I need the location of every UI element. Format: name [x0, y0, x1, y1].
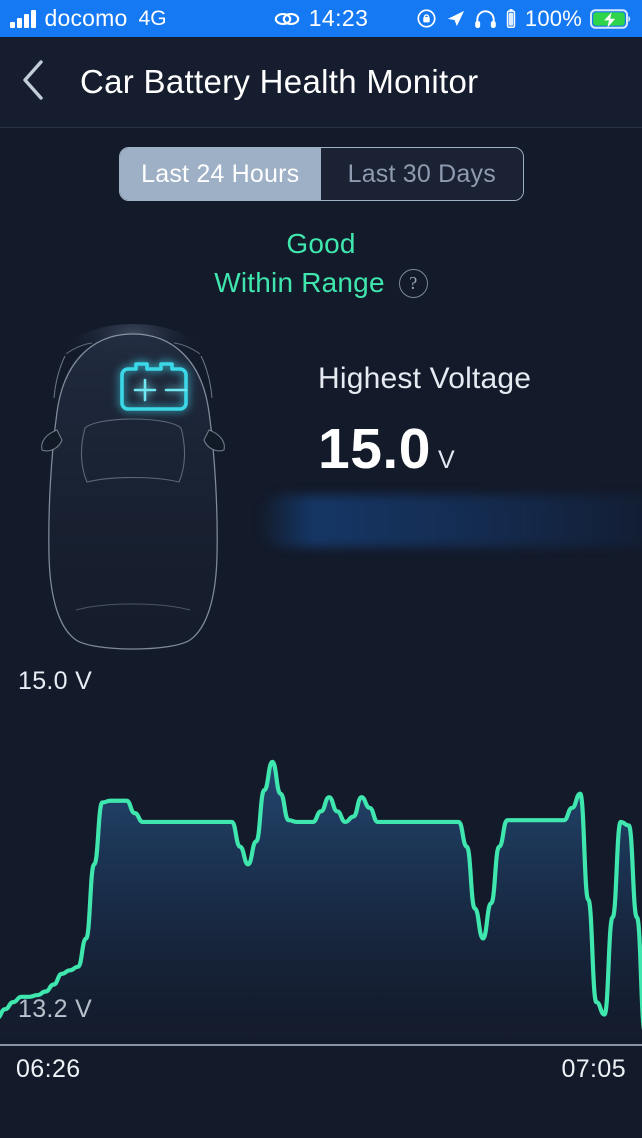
- app-root: docomo 4G 14:23 100% Car Battery Health …: [0, 0, 642, 1138]
- status-bar-left: docomo 4G: [10, 5, 167, 32]
- chart-time-axis: 06:26 07:05: [0, 1055, 642, 1084]
- health-status-block: Good Within Range ?: [0, 228, 642, 299]
- chart-time-end-label: 07:05: [561, 1055, 626, 1083]
- back-button[interactable]: [0, 37, 66, 128]
- chart-plot-area: [0, 759, 642, 1045]
- highest-voltage-value-row: 15.0 V: [300, 416, 630, 482]
- chart-time-start-label: 06:26: [16, 1055, 81, 1083]
- clock-label: 14:23: [308, 5, 369, 31]
- status-headline: Good: [286, 228, 356, 259]
- highest-voltage-label: Highest Voltage: [318, 362, 532, 395]
- link-icon: [274, 9, 300, 29]
- page-title: Car Battery Health Monitor: [80, 63, 479, 100]
- status-subline-row: Within Range ?: [0, 267, 642, 299]
- location-arrow-icon: [445, 8, 466, 29]
- status-bar-right: 100%: [416, 6, 632, 32]
- chevron-left-icon: [18, 57, 48, 108]
- segmented-control: Last 24 Hours Last 30 Days: [118, 147, 524, 201]
- chart-area-fill: [0, 761, 642, 1045]
- network-type-label: 4G: [138, 6, 167, 30]
- carrier-label: docomo: [44, 5, 128, 31]
- chart-x-axis-line: [0, 1044, 642, 1046]
- highest-voltage-block: Highest Voltage 15.0 V: [300, 362, 630, 482]
- car-top-view-icon: [26, 320, 241, 660]
- time-range-selector: Last 24 Hours Last 30 Days: [0, 147, 642, 201]
- app-header: Car Battery Health Monitor: [0, 37, 642, 128]
- highest-voltage-value: 15.0: [318, 417, 431, 481]
- rotation-lock-icon: [416, 8, 437, 29]
- highest-voltage-unit: V: [437, 446, 455, 474]
- battery-percent-label: 100%: [524, 5, 582, 31]
- voltage-chart[interactable]: 15.0 V 13.2 V: [0, 655, 642, 1055]
- battery-small-icon: [505, 8, 517, 29]
- decorative-glow-stripe: [258, 495, 642, 547]
- status-subline: Within Range: [214, 267, 385, 298]
- battery-charging-icon: [590, 8, 632, 30]
- question-mark-icon[interactable]: ?: [398, 268, 428, 298]
- status-bar: docomo 4G 14:23 100%: [0, 0, 642, 37]
- headphones-icon: [474, 9, 497, 29]
- tab-last-30-days[interactable]: Last 30 Days: [321, 148, 523, 200]
- signal-bars-icon: [10, 9, 36, 28]
- tab-last-24-hours[interactable]: Last 24 Hours: [119, 148, 321, 200]
